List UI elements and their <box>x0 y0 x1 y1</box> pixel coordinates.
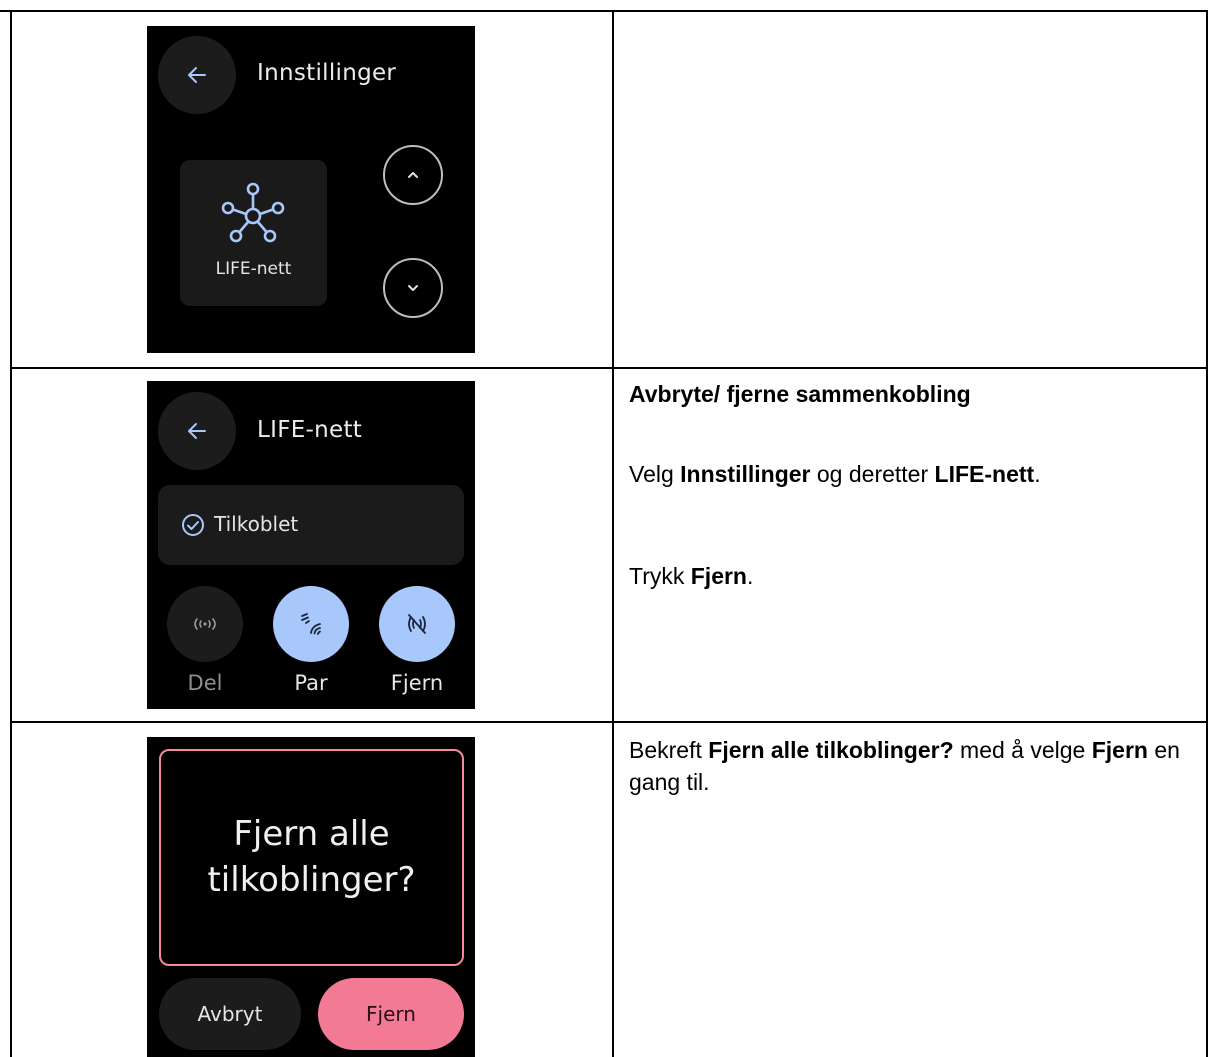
back-button[interactable] <box>158 392 236 470</box>
arrow-left-icon <box>188 67 206 83</box>
page-title: Innstillinger <box>257 60 397 86</box>
chevron-up-icon <box>408 172 418 178</box>
table-border-top <box>0 10 1208 12</box>
broadcast-icon <box>194 618 216 630</box>
back-button[interactable] <box>158 36 236 114</box>
check-circle-icon <box>182 514 204 536</box>
table-column-divider <box>612 10 614 1057</box>
instruction-step-1: Velg Innstillinger og deretter LIFE-nett… <box>629 461 1041 487</box>
status-label: Tilkoblet <box>214 512 299 536</box>
connection-status: Tilkoblet <box>158 485 464 565</box>
life-net-tile[interactable]: LIFE-nett <box>180 160 327 306</box>
table-row-divider-2 <box>10 721 1208 723</box>
heading-text: Avbryte/ fjerne sammenkobling <box>629 381 971 407</box>
tile-label: LIFE-nett <box>215 259 292 279</box>
nfc-off-icon <box>408 614 426 634</box>
table-row-divider-1 <box>10 367 1208 369</box>
pair-button[interactable] <box>273 586 349 662</box>
scroll-up-button[interactable] <box>383 145 443 205</box>
chevron-down-icon <box>408 285 418 291</box>
table-border-left <box>10 10 12 1057</box>
life-net-screen: LIFE-nett Tilkoblet Del Par Fjern <box>147 381 475 709</box>
network-hub-icon <box>221 182 285 243</box>
confirm-question: Fjern alle tilkoblinger? <box>207 813 416 900</box>
share-button[interactable] <box>167 586 243 662</box>
cancel-button[interactable]: Avbryt <box>159 978 301 1050</box>
instruction-step-3: Bekreft Fjern alle tilkoblinger? med å v… <box>629 737 1180 795</box>
settings-screen: Innstillinger LIFE-nett <box>147 26 475 353</box>
pair-label: Par <box>294 671 328 695</box>
share-label: Del <box>187 671 223 695</box>
remove-label: Fjern <box>390 671 444 695</box>
remove-button[interactable] <box>379 586 455 662</box>
nfc-pair-icon <box>301 613 321 635</box>
scroll-down-button[interactable] <box>383 258 443 318</box>
confirm-screen: Fjern alle tilkoblinger? Avbryt Fjern <box>147 737 475 1057</box>
section-heading: Avbryte/ fjerne sammenkobling <box>629 378 971 410</box>
confirm-remove-button[interactable]: Fjern <box>318 978 464 1050</box>
instruction-step-2: Trykk Fjern. <box>629 563 754 589</box>
arrow-left-icon <box>188 423 206 439</box>
confirm-dialog: Fjern alle tilkoblinger? <box>159 749 464 966</box>
page-title: LIFE-nett <box>257 417 363 443</box>
